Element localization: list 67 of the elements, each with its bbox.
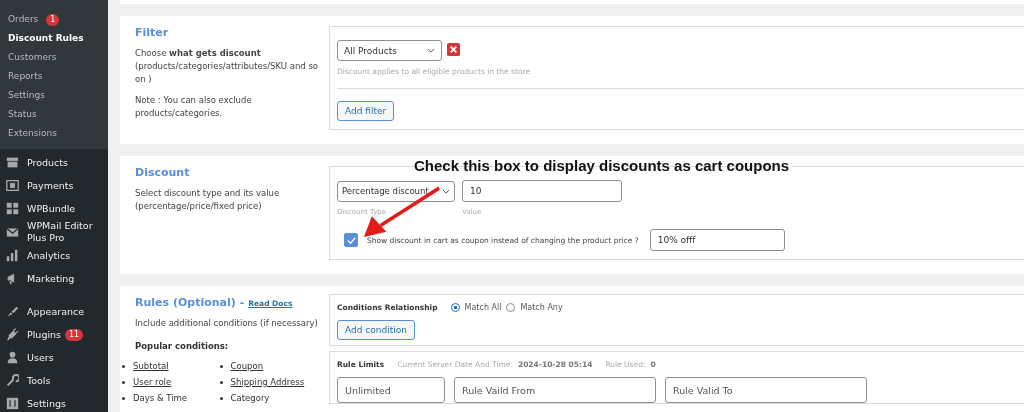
condition-text: Days & Time <box>133 393 188 403</box>
envelope-icon <box>6 225 19 239</box>
condition-link[interactable]: Subtotal <box>133 361 169 371</box>
count-badge: 1 <box>46 13 60 26</box>
remove-icon[interactable] <box>447 43 460 56</box>
submenu-item[interactable]: Status <box>0 105 108 124</box>
bullet-icon <box>122 396 125 400</box>
menu-item[interactable]: WPBundle <box>27 202 76 215</box>
submenu-item[interactable]: Extensions <box>0 124 108 143</box>
menu-item[interactable]: Products <box>27 156 69 169</box>
checkbox[interactable] <box>344 233 358 247</box>
section-description: Choose what gets discount (products/categories/attributes/SKU and so on ) <box>135 47 320 86</box>
discount-type-select[interactable]: Percentage discount <box>337 180 455 202</box>
submenu-item[interactable]: Reports <box>0 67 108 86</box>
menu-item[interactable]: Tools <box>27 374 51 387</box>
section-description: Include additional conditions (if necessary) <box>135 317 319 330</box>
radio-button[interactable] <box>450 303 460 312</box>
plug-icon <box>6 328 19 341</box>
menu-item[interactable]: Appearance <box>27 305 85 318</box>
submenu-item[interactable]: Discount Rules <box>0 29 108 48</box>
condition-link[interactable]: User role <box>133 377 172 387</box>
value-input[interactable]: 10 <box>462 180 622 202</box>
menu-item[interactable]: Payments <box>27 179 74 192</box>
popular-heading: Popular conditions: <box>135 341 230 351</box>
user-icon <box>6 351 19 364</box>
menu-item[interactable]: Analytics <box>27 249 71 262</box>
note-text: Note : You can also exclude products/categories. <box>135 94 253 120</box>
submenu-item[interactable]: Customers <box>0 48 108 67</box>
bullet-icon <box>122 364 125 368</box>
limit-input[interactable]: Unlimited <box>337 377 445 403</box>
dollar-icon <box>6 179 19 192</box>
section-description: Select discount type and its value (percentage/price/fixed price) <box>135 187 281 213</box>
radio-button[interactable] <box>506 303 516 312</box>
radio-label: Match Any <box>520 303 563 312</box>
menu-item[interactable]: Marketing <box>27 272 75 285</box>
brush-icon <box>6 305 19 318</box>
menu-item[interactable]: Settings <box>27 397 66 410</box>
radio-label: Match All <box>464 303 502 312</box>
condition-text: Category <box>230 393 270 403</box>
wrench-icon <box>6 374 19 387</box>
bar-chart-icon <box>6 249 19 262</box>
archive-icon <box>6 156 19 169</box>
add-condition-button[interactable]: Add condition <box>337 320 415 340</box>
coupon-input[interactable]: 10% offf <box>649 229 785 251</box>
add-filter-button[interactable]: Add filter <box>337 101 395 121</box>
submenu-item[interactable]: Settings <box>0 86 108 105</box>
bullet-icon <box>219 380 223 384</box>
chevron-down-icon <box>427 48 435 53</box>
limit-input[interactable]: Rule Vaild From <box>454 377 656 403</box>
menu-item[interactable]: Plugins <box>27 328 62 341</box>
bullet-icon <box>219 396 223 400</box>
menu-item[interactable]: WPMail Editor Plus Pro <box>27 220 108 244</box>
submenu-item[interactable]: Orders 1 <box>0 10 108 29</box>
annotation-text: Check this box to display discounts as cart coupons <box>414 157 790 174</box>
grid-icon <box>6 202 19 215</box>
section-title: Filter <box>135 26 170 39</box>
section-title: Discount <box>135 166 191 179</box>
section-title: Rules (Optional) - <box>135 296 245 309</box>
menu-item[interactable]: Users <box>27 351 54 364</box>
count-badge: 11 <box>65 328 84 341</box>
condition-link[interactable]: Shipping Address <box>230 377 305 387</box>
bullet-icon <box>219 364 223 368</box>
limit-input[interactable]: Rule Valid To <box>665 377 867 403</box>
product-select[interactable]: All Products <box>337 40 442 61</box>
chevron-down-icon <box>442 188 450 194</box>
bullet-icon <box>122 380 125 384</box>
condition-link[interactable]: Coupon <box>230 361 264 371</box>
